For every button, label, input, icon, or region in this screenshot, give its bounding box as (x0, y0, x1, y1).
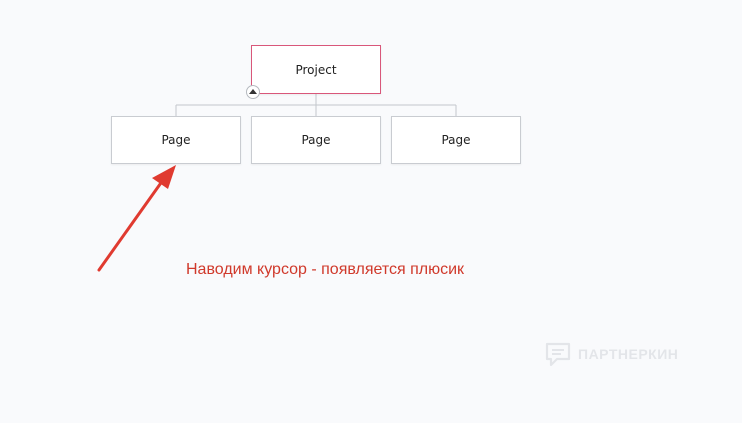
collapse-toggle-button[interactable] (246, 85, 260, 99)
mindmap-canvas: Project Page Page Page Наводим курсор - … (0, 0, 742, 423)
node-project-label: Project (295, 62, 337, 77)
node-page-2[interactable]: Page (251, 116, 381, 164)
annotation-arrow (97, 165, 176, 272)
node-page-label: Page (301, 133, 331, 147)
node-page-3[interactable]: Page (391, 116, 521, 164)
node-page-label: Page (161, 133, 191, 147)
node-page-1[interactable]: Page (111, 116, 241, 164)
node-page-label: Page (441, 133, 471, 147)
annotation-text: Наводим курсор - появляется плюсик (186, 261, 465, 278)
chat-bubble-icon (545, 342, 571, 367)
node-project[interactable]: Project (251, 45, 381, 94)
watermark-text: ПАРТНЕРКИН (578, 346, 679, 362)
caret-up-icon (249, 89, 257, 94)
watermark: ПАРТНЕРКИН (544, 340, 678, 368)
